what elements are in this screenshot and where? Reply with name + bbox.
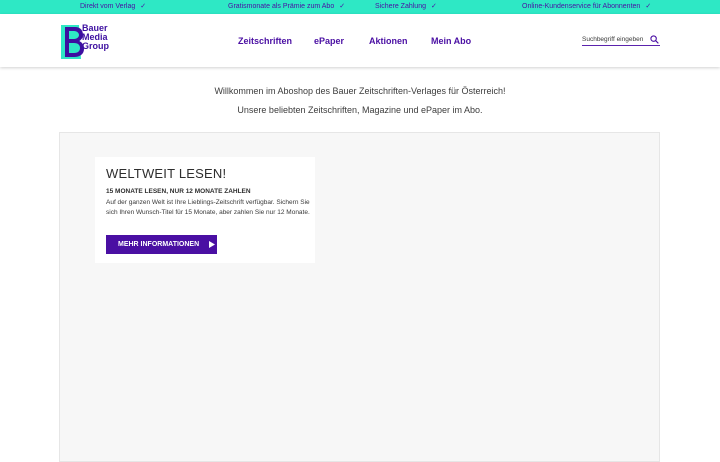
usp-label: Sichere Zahlung — [375, 3, 426, 10]
usp-item-service: Online-Kundenservice für Abonnenten ✓ — [522, 0, 651, 14]
usp-item-payment: Sichere Zahlung ✓ — [375, 0, 437, 14]
welcome-subtext: Unsere beliebten Zeitschriften, Magazine… — [237, 105, 483, 115]
nav-epaper[interactable]: ePaper — [314, 36, 344, 46]
teaser-subtitle: 15 MONATE LESEN, NUR 12 MONATE ZAHLEN — [106, 188, 251, 195]
logo-wordmark: Bauer Media Group — [82, 24, 109, 51]
nav-mein-abo[interactable]: Mein Abo — [431, 36, 471, 46]
usp-label: Gratismonate als Prämie zum Abo — [228, 3, 335, 10]
teaser-title: WELTWEIT LESEN! — [106, 166, 227, 181]
search-box — [582, 34, 660, 46]
teaser-body: Auf der ganzen Welt ist Ihre Lieblings-Z… — [106, 199, 310, 216]
usp-item-gratis: Gratismonate als Prämie zum Abo ✓ — [228, 0, 345, 14]
check-icon: ✓ — [430, 3, 437, 10]
nav-aktionen[interactable]: Aktionen — [369, 36, 408, 46]
check-icon: ✓ — [140, 3, 147, 10]
usp-label: Online-Kundenservice für Abonnenten — [522, 3, 641, 10]
more-info-label: MEHR INFORMATIONEN — [118, 241, 200, 248]
usp-item-direct: Direkt vom Verlag ✓ — [80, 0, 146, 14]
check-icon: ✓ — [645, 3, 652, 10]
logo-line: Group — [82, 41, 109, 51]
nav-zeitschriften[interactable]: Zeitschriften — [238, 36, 292, 46]
caret-right-icon — [209, 241, 215, 248]
more-info-button[interactable]: MEHR INFORMATIONEN — [106, 235, 217, 254]
search-icon[interactable] — [650, 35, 659, 44]
search-input[interactable] — [582, 34, 648, 45]
usp-label: Direkt vom Verlag — [80, 3, 136, 10]
check-icon: ✓ — [339, 3, 346, 10]
welcome-text: Willkommen im Aboshop des Bauer Zeitschr… — [214, 86, 506, 96]
